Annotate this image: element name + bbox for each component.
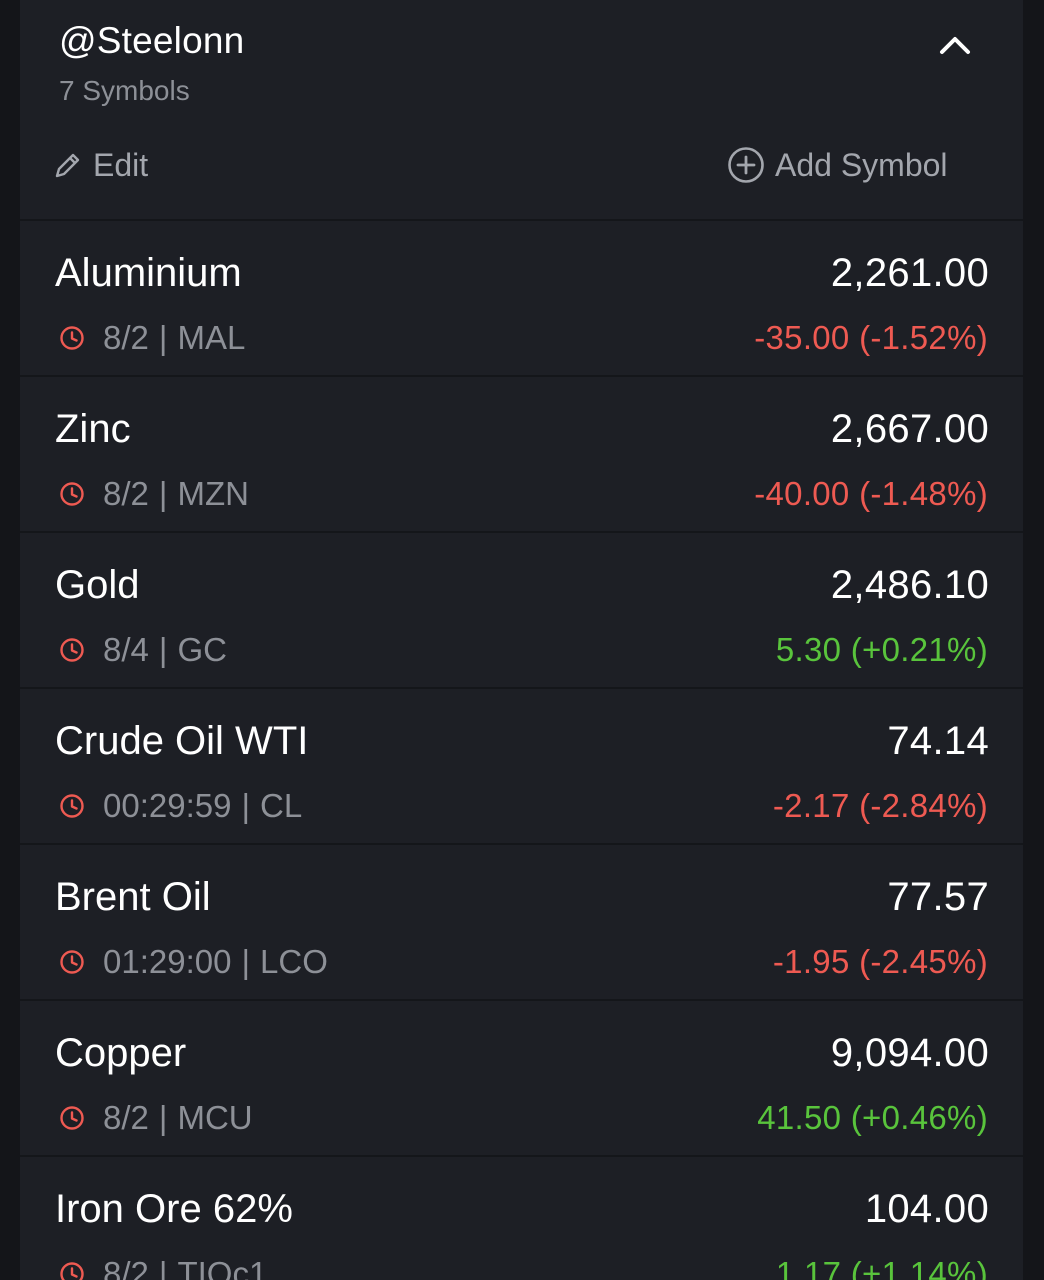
session-time: 00:29:59 bbox=[103, 787, 232, 824]
list-item[interactable]: Brent Oil 77.57 01:29:00 | LCO -1.95 (-2… bbox=[20, 845, 1023, 1001]
symbol-name: Gold bbox=[55, 563, 140, 607]
symbol-price: 104.00 bbox=[864, 1187, 989, 1231]
edit-button[interactable]: Edit bbox=[53, 145, 148, 185]
symbol-meta: 00:29:59 | CL bbox=[59, 787, 302, 825]
plus-circle-icon bbox=[728, 147, 764, 183]
clock-icon bbox=[60, 1106, 84, 1130]
list-item[interactable]: Crude Oil WTI 74.14 00:29:59 | CL -2.17 … bbox=[20, 689, 1023, 845]
list-item[interactable]: Copper 9,094.00 8/2 | MCU 41.50 (+0.46%) bbox=[20, 1001, 1023, 1157]
symbol-price: 77.57 bbox=[887, 875, 989, 919]
watchlist-title[interactable]: @Steelonn bbox=[59, 20, 244, 62]
symbol-price: 2,667.00 bbox=[830, 407, 989, 451]
clock-icon bbox=[60, 794, 84, 818]
symbol-meta: 8/2 | MAL bbox=[59, 319, 245, 357]
edit-label: Edit bbox=[93, 146, 149, 183]
change-percent: (+0.46%) bbox=[850, 1099, 988, 1136]
add-symbol-button[interactable]: Add Symbol bbox=[727, 145, 948, 185]
clock-icon bbox=[60, 1262, 84, 1280]
session-time: 8/2 bbox=[103, 1099, 149, 1136]
watchlist-panel: @Steelonn 7 Symbols Edit Add Symbol Alum… bbox=[20, 0, 1023, 1280]
ticker-code: LCO bbox=[260, 943, 328, 980]
collapse-button[interactable] bbox=[934, 26, 976, 64]
symbol-meta: 8/2 | MCU bbox=[59, 1099, 253, 1137]
symbol-meta: 8/2 | MZN bbox=[59, 475, 249, 513]
session-time: 8/2 bbox=[103, 319, 149, 356]
pencil-icon bbox=[55, 153, 80, 178]
clock-icon bbox=[60, 638, 84, 662]
change-value: 1.17 bbox=[775, 1255, 842, 1280]
list-item[interactable]: Gold 2,486.10 8/4 | GC 5.30 (+0.21%) bbox=[20, 533, 1023, 689]
clock-icon bbox=[60, 326, 84, 350]
price-change: -35.00 (-1.52%) bbox=[754, 319, 988, 357]
session-time: 8/2 bbox=[103, 475, 149, 512]
change-percent: (+0.21%) bbox=[850, 631, 988, 668]
change-percent: (+1.14%) bbox=[850, 1255, 988, 1280]
price-change: -2.17 (-2.84%) bbox=[773, 787, 988, 825]
meta-separator: | bbox=[158, 1099, 168, 1136]
change-percent: (-1.48%) bbox=[859, 475, 988, 512]
list-item[interactable]: Iron Ore 62% 104.00 8/2 | TIOc1 1.17 (+1… bbox=[20, 1157, 1023, 1280]
price-change: -1.95 (-2.45%) bbox=[773, 943, 988, 981]
symbol-count: 7 Symbols bbox=[59, 75, 190, 106]
session-time: 01:29:00 bbox=[103, 943, 232, 980]
meta-separator: | bbox=[241, 787, 251, 824]
symbol-meta: 8/2 | TIOc1 bbox=[59, 1255, 267, 1280]
ticker-code: TIOc1 bbox=[177, 1255, 268, 1280]
symbol-price: 9,094.00 bbox=[830, 1031, 989, 1075]
symbol-name: Aluminium bbox=[55, 251, 242, 295]
change-value: 41.50 bbox=[757, 1099, 842, 1136]
price-change: 41.50 (+0.46%) bbox=[757, 1099, 988, 1137]
price-change: -40.00 (-1.48%) bbox=[754, 475, 988, 513]
clock-icon bbox=[60, 482, 84, 506]
change-value: 5.30 bbox=[775, 631, 842, 668]
ticker-code: GC bbox=[177, 631, 227, 668]
ticker-code: MZN bbox=[177, 475, 249, 512]
symbol-name: Copper bbox=[55, 1031, 187, 1075]
symbol-name: Brent Oil bbox=[55, 875, 211, 919]
change-value: -1.95 bbox=[772, 943, 850, 980]
symbol-price: 74.14 bbox=[887, 719, 989, 763]
symbol-name: Crude Oil WTI bbox=[55, 719, 309, 763]
session-time: 8/2 bbox=[103, 1255, 149, 1280]
ticker-code: MAL bbox=[177, 319, 246, 356]
add-symbol-label: Add Symbol bbox=[775, 146, 948, 183]
symbol-meta: 8/4 | GC bbox=[59, 631, 227, 669]
symbol-price: 2,486.10 bbox=[830, 563, 989, 607]
change-percent: (-2.84%) bbox=[859, 787, 988, 824]
price-change: 5.30 (+0.21%) bbox=[776, 631, 988, 669]
list-item[interactable]: Aluminium 2,261.00 8/2 | MAL -35.00 (-1.… bbox=[20, 221, 1023, 377]
ticker-code: MCU bbox=[177, 1099, 253, 1136]
change-value: -35.00 bbox=[754, 319, 850, 356]
symbol-price: 2,261.00 bbox=[830, 251, 989, 295]
change-value: -40.00 bbox=[754, 475, 850, 512]
price-change: 1.17 (+1.14%) bbox=[776, 1255, 988, 1280]
meta-separator: | bbox=[158, 1255, 168, 1280]
session-time: 8/4 bbox=[103, 631, 149, 668]
chevron-up-icon bbox=[940, 37, 970, 54]
clock-icon bbox=[60, 950, 84, 974]
ticker-code: CL bbox=[260, 787, 303, 824]
watchlist-header: @Steelonn 7 Symbols Edit Add Symbol bbox=[20, 0, 1023, 221]
symbol-meta: 01:29:00 | LCO bbox=[59, 943, 328, 981]
change-percent: (-1.52%) bbox=[859, 319, 988, 356]
meta-separator: | bbox=[158, 475, 168, 512]
change-value: -2.17 bbox=[772, 787, 850, 824]
meta-separator: | bbox=[158, 631, 168, 668]
symbol-list: Aluminium 2,261.00 8/2 | MAL -35.00 (-1.… bbox=[20, 221, 1023, 1280]
meta-separator: | bbox=[158, 319, 168, 356]
meta-separator: | bbox=[241, 943, 251, 980]
list-item[interactable]: Zinc 2,667.00 8/2 | MZN -40.00 (-1.48%) bbox=[20, 377, 1023, 533]
symbol-name: Zinc bbox=[55, 407, 131, 451]
change-percent: (-2.45%) bbox=[859, 943, 988, 980]
symbol-name: Iron Ore 62% bbox=[55, 1187, 293, 1231]
